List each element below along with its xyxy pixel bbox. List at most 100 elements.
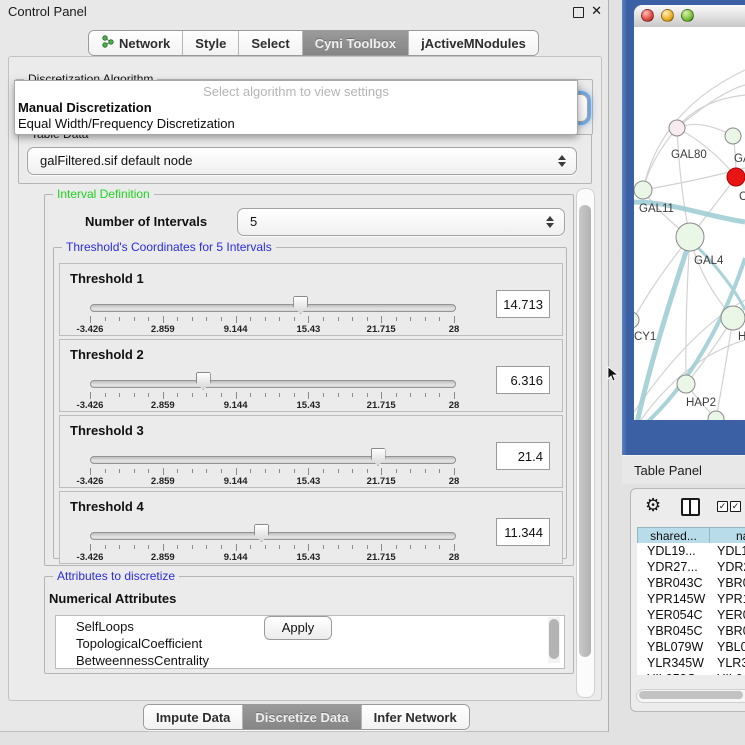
table-row[interactable]: YBR043CYBR0	[637, 575, 745, 591]
table-cell: YBR0	[709, 623, 745, 639]
tick-mark	[206, 317, 207, 321]
tick-mark	[294, 393, 295, 397]
table-row[interactable]: YPR145WYPR1	[637, 591, 745, 607]
tick-mark	[294, 469, 295, 473]
threshold-value-field[interactable]: 14.713	[496, 290, 550, 318]
content-scrollbar-thumb[interactable]	[579, 205, 591, 657]
threshold-slider[interactable]: -3.4262.8599.14415.4321.71528	[90, 370, 454, 410]
tick-mark	[105, 317, 106, 321]
table-hscrollbar-thumb[interactable]	[639, 691, 743, 699]
threshold-slider[interactable]: -3.4262.8599.14415.4321.71528	[90, 294, 454, 334]
tick-mark	[250, 469, 251, 473]
tab-select[interactable]: Select	[239, 31, 302, 55]
tick-mark	[236, 544, 237, 551]
number-of-intervals-select[interactable]: 5	[237, 208, 565, 236]
control-panel-titlebar: Control Panel ✕	[0, 0, 608, 22]
network-graph: GAL80GACGAL11GAL4GCY1HHAP2	[634, 27, 745, 420]
attributes-scrollbar-track[interactable]	[548, 617, 560, 663]
tick-label: 9.144	[224, 552, 248, 563]
tab-label: Network	[119, 36, 170, 51]
float-window-icon[interactable]	[573, 7, 584, 18]
tab-jactivemnodules[interactable]: jActiveMNodules	[409, 31, 538, 55]
checkbox-icon[interactable]: ✓	[730, 501, 741, 512]
table-rows: YDL19...YDL1YDR27...YDR2YBR043CYBR0YPR14…	[637, 543, 745, 675]
tick-mark	[381, 316, 382, 323]
attribute-item[interactable]: BetweennessCentrality	[56, 652, 564, 669]
tab-impute-data[interactable]: Impute Data	[144, 705, 243, 729]
slider-track[interactable]	[90, 532, 456, 540]
table-row[interactable]: YLR345WYLR3	[637, 655, 745, 671]
tick-label: 28	[449, 324, 460, 335]
gear-icon[interactable]: ⚙	[645, 495, 661, 516]
tick-mark	[425, 469, 426, 473]
number-of-intervals-value: 5	[250, 214, 257, 229]
attributes-scrollbar-thumb[interactable]	[549, 619, 559, 659]
table-row[interactable]: YER054CYER0	[637, 607, 745, 623]
tick-mark	[265, 317, 266, 321]
network-node-red[interactable]	[727, 168, 745, 186]
slider-track[interactable]	[90, 380, 456, 388]
checkbox-icon[interactable]: ✓	[717, 501, 728, 512]
tick-mark	[279, 393, 280, 397]
table-hscrollbar-track[interactable]	[636, 689, 745, 703]
threshold-value-field[interactable]: 11.344	[496, 518, 550, 546]
table-row[interactable]: YBR045CYBR0	[637, 623, 745, 639]
tab-style[interactable]: Style	[183, 31, 239, 55]
tick-mark	[105, 469, 106, 473]
network-node-green[interactable]	[721, 306, 745, 330]
tick-mark	[454, 316, 455, 323]
zoom-traffic-light-icon[interactable]	[681, 9, 694, 22]
algorithm-option[interactable]: Equal Width/Frequency Discretization	[18, 116, 235, 131]
threshold-slider[interactable]: -3.4262.8599.14415.4321.71528	[90, 446, 454, 486]
slider-track[interactable]	[90, 304, 456, 312]
tick-label: 21.715	[367, 324, 396, 335]
slider-track[interactable]	[90, 456, 456, 464]
tab-discretize-data[interactable]: Discretize Data	[243, 705, 361, 729]
tick-label: 2.859	[151, 324, 175, 335]
tick-label: 28	[449, 552, 460, 563]
table-row[interactable]: YBL079WYBL0	[637, 639, 745, 655]
table-header-row: shared...na	[637, 527, 745, 543]
tab-network[interactable]: Network	[89, 31, 183, 55]
network-node-green[interactable]	[634, 312, 639, 328]
tick-label: 15.43	[297, 552, 321, 563]
threshold-slider[interactable]: -3.4262.8599.14415.4321.71528	[90, 522, 454, 562]
network-node-green[interactable]	[634, 181, 652, 199]
tick-mark	[206, 545, 207, 549]
tick-label: 2.859	[151, 476, 175, 487]
tick-mark	[148, 393, 149, 397]
tick-mark	[250, 545, 251, 549]
split-view-icon[interactable]	[681, 498, 700, 516]
tick-mark	[338, 469, 339, 473]
close-icon[interactable]: ✕	[591, 3, 602, 19]
control-panel-tab-bar: Network Style Select Cyni ToolboxjActiveMNo…	[88, 30, 539, 56]
tick-mark	[105, 393, 106, 397]
tab-infer-network[interactable]: Infer Network	[362, 705, 469, 729]
tab-cyni-toolbox[interactable]: Cyni Toolbox	[303, 31, 409, 55]
tick-mark	[367, 317, 368, 321]
table-data-select[interactable]: galFiltered.sif default node	[27, 147, 577, 175]
close-traffic-light-icon[interactable]	[641, 9, 654, 22]
algorithm-option[interactable]: Manual Discretization	[18, 100, 152, 115]
table-row[interactable]: YDR27...YDR2	[637, 559, 745, 575]
network-node-pink[interactable]	[669, 120, 685, 136]
content-scrollbar-track[interactable]	[576, 188, 595, 698]
tab-label: Select	[251, 36, 289, 51]
tick-mark	[163, 544, 164, 551]
tick-mark	[279, 317, 280, 321]
threshold-value-field[interactable]: 21.4	[496, 442, 550, 470]
tick-mark	[410, 317, 411, 321]
network-canvas[interactable]: GAL80GACGAL11GAL4GCY1HHAP2	[634, 27, 745, 420]
tick-mark	[265, 393, 266, 397]
table-cell: YBR045C	[637, 623, 709, 639]
threshold-value-field[interactable]: 6.316	[496, 366, 550, 394]
network-node-green[interactable]	[725, 128, 741, 144]
tick-mark	[265, 545, 266, 549]
table-row[interactable]: YDL19...YDL1	[637, 543, 745, 559]
apply-button[interactable]: Apply	[264, 616, 332, 640]
minimize-traffic-light-icon[interactable]	[661, 9, 674, 22]
table-cell: YPR145W	[637, 591, 709, 607]
table-row[interactable]: YIL052CYIL0	[637, 671, 745, 675]
network-node-green[interactable]	[677, 375, 695, 393]
network-node-green[interactable]	[676, 223, 704, 251]
